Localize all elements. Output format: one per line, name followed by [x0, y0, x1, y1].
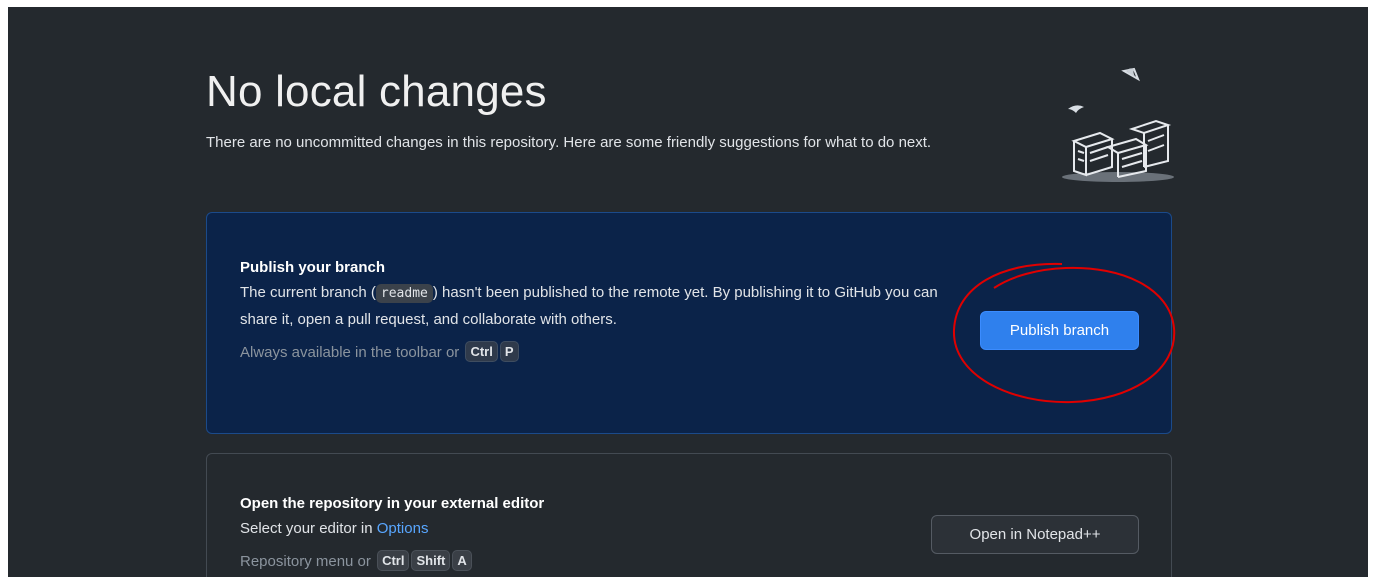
open-editor-hint: Repository menu or Ctrl Shift A	[240, 550, 950, 574]
no-changes-header: No local changes There are no uncommitte…	[206, 62, 1026, 156]
shortcut-key-p: P	[499, 341, 519, 362]
publish-branch-button[interactable]: Publish branch	[980, 311, 1139, 350]
open-editor-description: Select your editor in Options	[240, 516, 950, 542]
page-subtitle: There are no uncommitted changes in this…	[206, 134, 932, 151]
publish-branch-hint: Always available in the toolbar or Ctrl P	[240, 341, 950, 365]
page-title: No local changes	[206, 67, 547, 116]
shortcut-key-shift: Shift	[411, 550, 451, 571]
publish-branch-title: Publish your branch	[240, 259, 386, 276]
publish-branch-description: The current branch (readme) hasn't been …	[240, 280, 950, 333]
editor-desc-text: Select your editor in	[240, 520, 373, 537]
open-editor-title: Open the repository in your external edi…	[240, 495, 545, 512]
hint-text: Always available in the toolbar or	[240, 344, 460, 361]
app-window: No local changes There are no uncommitte…	[8, 7, 1368, 577]
open-in-editor-button[interactable]: Open in Notepad++	[931, 515, 1139, 554]
shortcut-key-ctrl: Ctrl	[377, 550, 410, 571]
branch-name-code: readme	[375, 284, 433, 303]
desc-before: The current branch (	[240, 284, 376, 301]
publish-branch-content: Publish your branch The current branch (…	[240, 256, 950, 365]
options-link[interactable]: Options	[377, 520, 429, 537]
empty-boxes-illustration-icon	[1062, 67, 1174, 182]
shortcut-key-ctrl: Ctrl	[465, 341, 498, 362]
editor-hint-text: Repository menu or	[240, 553, 371, 570]
open-editor-card: Open the repository in your external edi…	[206, 453, 1172, 577]
open-editor-content: Open the repository in your external edi…	[240, 492, 950, 574]
shortcut-key-a: A	[452, 550, 472, 571]
publish-branch-card: Publish your branch The current branch (…	[206, 212, 1176, 434]
